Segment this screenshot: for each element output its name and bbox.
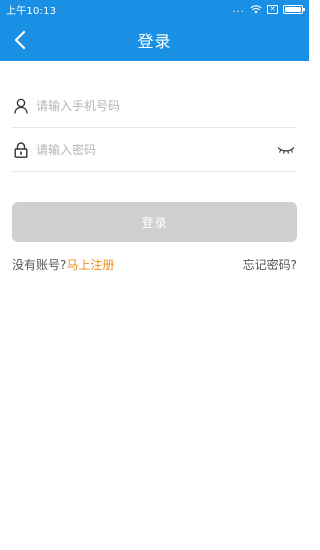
login-button[interactable]: 登录 (12, 202, 297, 242)
status-bar: 上午10:13 ... ✕ (0, 0, 309, 19)
nav-bar: 登录 (0, 19, 309, 61)
password-visibility-toggle[interactable] (275, 143, 297, 157)
register-link[interactable]: 马上注册 (66, 258, 114, 272)
page-title: 登录 (137, 32, 172, 51)
lock-icon (12, 141, 30, 159)
account-links: 没有账号?马上注册 忘记密码? (12, 255, 297, 273)
battery-fill (285, 7, 301, 12)
no-sim-icon: ✕ (267, 5, 278, 14)
back-button[interactable] (6, 26, 34, 54)
more-dots-icon: ... (232, 3, 245, 15)
no-account-label: 没有账号? (12, 257, 67, 272)
battery-icon (283, 5, 305, 14)
login-screen: 上午10:13 ... ✕ 登录 请输入手机号码 登录 没有账号?马上注册 忘记… (0, 0, 309, 550)
eye-closed-icon (277, 146, 295, 154)
register-prompt: 没有账号?马上注册 (12, 256, 114, 273)
status-icons: ... ✕ (232, 3, 305, 15)
user-icon (12, 97, 30, 115)
wifi-icon (250, 5, 262, 14)
password-input[interactable] (30, 134, 275, 165)
battery-tip (303, 8, 305, 11)
phone-input[interactable] (30, 90, 297, 121)
phone-field (12, 84, 297, 128)
password-field (12, 128, 297, 172)
forgot-password-link[interactable]: 忘记密码? (243, 256, 297, 273)
chevron-left-icon (14, 30, 26, 50)
status-time: 上午10:13 (6, 6, 57, 17)
